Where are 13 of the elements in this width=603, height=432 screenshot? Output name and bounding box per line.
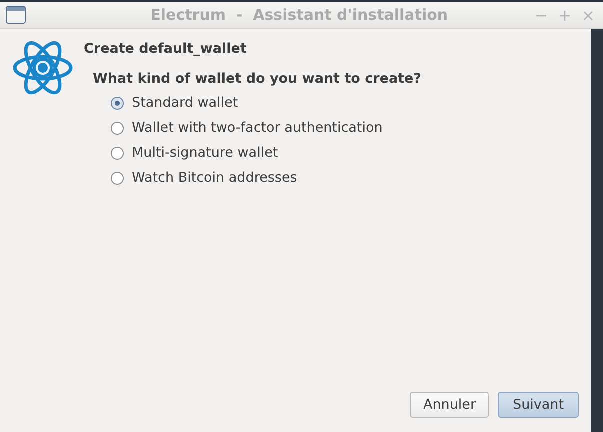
wallet-heading: Create default_wallet [84,41,248,57]
window-icon [6,6,26,24]
question-label: What kind of wallet do you want to create? [93,71,422,87]
next-button[interactable]: Suivant [498,392,579,418]
radio-button[interactable] [111,122,124,134]
option-label: Standard wallet [132,95,238,111]
radio-button[interactable] [111,172,124,184]
radio-button[interactable] [111,146,124,160]
atom-logo-icon [12,39,74,97]
cancel-button[interactable]: Annuler [410,392,489,418]
wallet-type-option[interactable]: Standard wallet [111,95,238,111]
window-title: Electrum - Assistant d'installation [150,6,450,24]
radio-button[interactable] [111,96,124,110]
